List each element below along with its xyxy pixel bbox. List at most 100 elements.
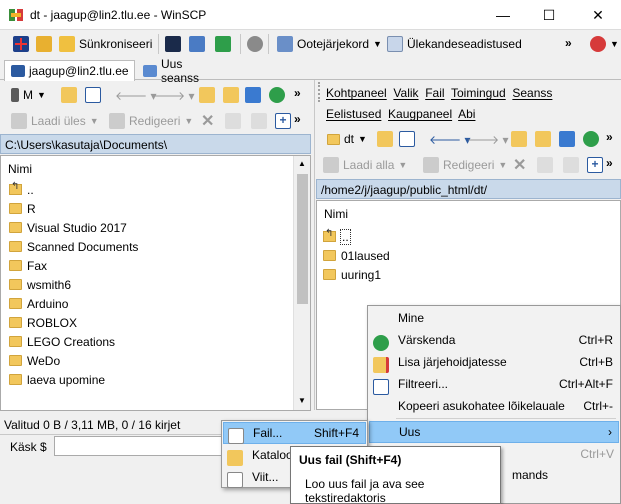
right-refresh-button[interactable] xyxy=(580,128,602,150)
left-rename-button[interactable] xyxy=(222,110,244,132)
upload-icon xyxy=(11,113,27,129)
upload-button[interactable]: Laadi üles ▼ xyxy=(8,110,102,132)
toolbar-overflow-icon[interactable]: » xyxy=(565,36,572,50)
winscp-app-icon xyxy=(8,7,24,23)
left-forward-button[interactable]: 🡒 ▾ xyxy=(150,84,198,106)
list-item[interactable]: .. xyxy=(323,227,390,246)
right-parent-dir-button[interactable] xyxy=(508,128,530,150)
parent-folder-icon xyxy=(199,87,215,103)
list-item[interactable]: Scanned Documents xyxy=(9,237,138,256)
tab-session[interactable]: jaagup@lin2.tlu.ee xyxy=(4,60,135,81)
console-button[interactable] xyxy=(162,33,184,55)
right-rename-button[interactable] xyxy=(534,154,556,176)
scroll-up-icon[interactable]: ▲ xyxy=(298,159,306,168)
left-edit-button[interactable]: Redigeeri ▼ xyxy=(106,110,196,132)
list-item[interactable]: WeDo xyxy=(9,351,138,370)
right-delete-button[interactable]: ✕ xyxy=(510,154,529,176)
right-forward-button[interactable]: 🡒 ▾ xyxy=(464,128,512,150)
new-file-icon xyxy=(228,428,244,444)
list-item[interactable]: wsmith6 xyxy=(9,275,138,294)
left-delete-button[interactable]: ✕ xyxy=(198,110,217,132)
list-item[interactable]: Fax xyxy=(9,256,138,275)
right-path-bar[interactable]: /home2/j/jaagup/public_html/dt/ xyxy=(316,179,621,199)
transfer-settings-button[interactable]: Ülekandeseadistused xyxy=(384,33,525,55)
menu-seanss[interactable]: Seanss xyxy=(512,86,552,100)
compare-button[interactable] xyxy=(33,33,55,55)
right-filter-button[interactable] xyxy=(396,128,418,150)
menu-abi[interactable]: Abi xyxy=(458,107,475,121)
transfer-settings-icon xyxy=(387,36,403,52)
maximize-icon[interactable]: ☐ xyxy=(526,0,572,30)
menu-eelistused[interactable]: Eelistused xyxy=(326,107,381,121)
right-toolbar-overflow-icon[interactable]: » xyxy=(606,130,613,144)
left-drive-label: M xyxy=(23,88,33,102)
left-path-bar[interactable]: C:\Users\kasutaja\Documents\ xyxy=(0,134,311,154)
left-toolbar2-overflow-icon[interactable]: » xyxy=(294,112,301,126)
queue-button[interactable]: Ootejärjekord ▼ xyxy=(274,33,385,55)
tab-new-session[interactable]: Uus seanss xyxy=(137,57,229,85)
add-icon xyxy=(13,36,29,52)
right-new-button[interactable]: + xyxy=(584,154,606,176)
left-column-name[interactable]: Nimi xyxy=(1,162,32,176)
menu-item-mine[interactable]: Mine xyxy=(369,307,619,329)
menu-item-refresh[interactable]: Värskenda Ctrl+R xyxy=(369,329,619,351)
right-home-button[interactable] xyxy=(556,128,578,150)
left-home-button[interactable] xyxy=(242,84,264,106)
find-files-button[interactable] xyxy=(212,33,234,55)
menu-item-filter[interactable]: Filtreeri... Ctrl+Alt+F xyxy=(369,373,619,395)
putty-button[interactable] xyxy=(186,33,208,55)
left-filter-button[interactable] xyxy=(82,84,104,106)
menu-kohtpaneel[interactable]: Kohtpaneel xyxy=(326,86,387,100)
menu-toimingud[interactable]: Toimingud xyxy=(451,86,506,100)
right-root-button[interactable] xyxy=(532,128,554,150)
scroll-thumb[interactable] xyxy=(297,174,308,304)
right-toolbar2-overflow-icon[interactable]: » xyxy=(606,156,613,170)
menu-item-bookmark[interactable]: Lisa järjehoidjatesse Ctrl+B xyxy=(369,351,619,373)
scroll-down-icon[interactable]: ▼ xyxy=(298,396,306,405)
right-open-folder-button[interactable] xyxy=(374,128,396,150)
list-item[interactable]: R xyxy=(9,199,138,218)
left-drive-select[interactable]: M ▼ xyxy=(8,84,49,106)
menu-fail[interactable]: Fail xyxy=(425,86,444,100)
filter-icon xyxy=(85,87,101,103)
drive-icon xyxy=(11,88,19,102)
delete-x-icon: ✕ xyxy=(513,157,527,174)
right-dir-select[interactable]: dt ▼ xyxy=(324,128,370,150)
left-root-button[interactable] xyxy=(220,84,242,106)
left-file-list[interactable]: Nimi .. R Visual Studio 2017 Scanned Doc… xyxy=(0,155,311,411)
minimize-icon[interactable]: — xyxy=(480,0,526,30)
menu-kaugpaneel[interactable]: Kaugpaneel xyxy=(388,107,452,121)
list-item[interactable]: .. xyxy=(9,180,138,199)
menu-item-new[interactable]: Uus › xyxy=(369,421,619,443)
preferences-button[interactable] xyxy=(244,33,266,55)
command-input[interactable] xyxy=(54,436,224,456)
list-item[interactable]: LEGO Creations xyxy=(9,332,138,351)
list-item[interactable]: ROBLOX xyxy=(9,313,138,332)
list-item[interactable]: Visual Studio 2017 xyxy=(9,218,138,237)
disconnect-button[interactable]: ▼ xyxy=(587,33,621,55)
synchronize-button[interactable]: Sünkroniseeri xyxy=(56,33,155,55)
list-item[interactable]: uuring1 xyxy=(323,265,390,284)
left-parent-dir-button[interactable] xyxy=(196,84,218,106)
right-edit-button[interactable]: Redigeeri ▼ xyxy=(420,154,510,176)
left-properties-button[interactable] xyxy=(248,110,270,132)
menu-valik[interactable]: Valik xyxy=(393,86,418,100)
left-open-folder-button[interactable] xyxy=(58,84,80,106)
left-refresh-button[interactable] xyxy=(266,84,288,106)
left-new-button[interactable]: + xyxy=(272,110,294,132)
list-item[interactable]: 01laused xyxy=(323,246,390,265)
menu-item-copy-path[interactable]: Kopeeri asukohatee lõikelauale Ctrl+- xyxy=(369,395,619,417)
panel-splitter[interactable] xyxy=(314,80,315,410)
left-toolbar-overflow-icon[interactable]: » xyxy=(294,86,301,100)
right-column-name[interactable]: Nimi xyxy=(317,207,348,221)
list-item[interactable]: laeva upomine xyxy=(9,370,138,389)
new-tab-button[interactable] xyxy=(10,33,32,55)
close-icon[interactable]: ✕ xyxy=(575,0,621,30)
submenu-item-new-file[interactable]: Fail... Shift+F4 xyxy=(223,422,366,444)
winscp-window: dt - jaagup@lin2.tlu.ee - WinSCP — ☐ ✕ S… xyxy=(0,0,621,504)
download-button[interactable]: Laadi alla ▼ xyxy=(320,154,410,176)
folder-open-icon xyxy=(377,131,393,147)
right-properties-button[interactable] xyxy=(560,154,582,176)
list-item[interactable]: Arduino xyxy=(9,294,138,313)
left-scrollbar[interactable]: ▲ ▼ xyxy=(293,156,310,410)
